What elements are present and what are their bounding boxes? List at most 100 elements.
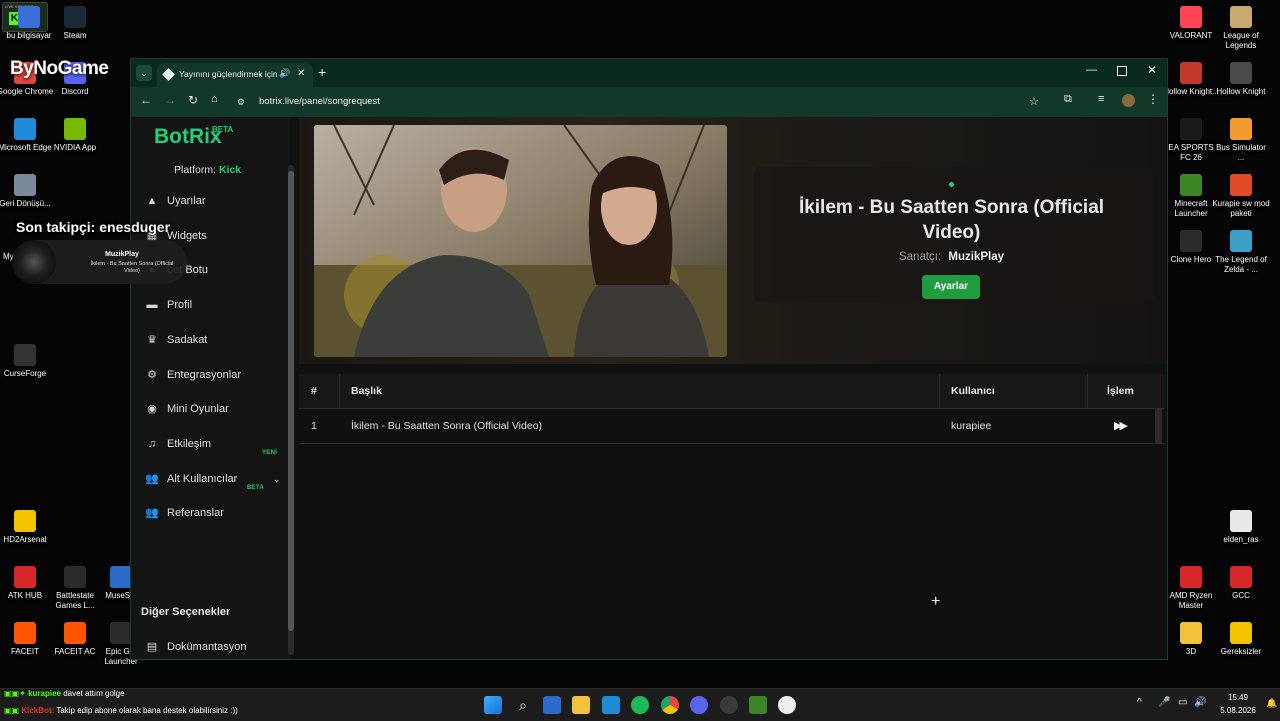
tray-chevron-icon[interactable]: ^ — [1137, 697, 1142, 708]
right-desktop-shortcut[interactable]: Bus Simulator ... — [1212, 118, 1270, 163]
tab-title: Yayınını güçlendirmek için e... — [179, 69, 277, 79]
col-divider — [1087, 374, 1088, 408]
new-tab-button[interactable]: + — [318, 64, 326, 80]
table-row[interactable]: 1 İkilem - Bu Saatten Sonra (Official Vi… — [299, 409, 1165, 444]
left-desktop-shortcut[interactable]: NVIDIA App — [46, 118, 104, 153]
volume-icon[interactable]: 🔊 — [1194, 697, 1206, 708]
other-options-heading: Diğer Seçenekler — [141, 606, 231, 618]
row-title: İkilem - Bu Saatten Sonra (Official Vide… — [351, 420, 543, 432]
discord-icon[interactable] — [690, 696, 708, 714]
left-desktop-shortcut[interactable]: Geri Dönüşü... — [0, 174, 54, 209]
profile-avatar-icon[interactable] — [1122, 94, 1135, 107]
tab-search-button[interactable]: ⌄ — [136, 65, 152, 81]
sidebar-item-gamepad[interactable]: ◉ Mini Oyunlar — [131, 394, 281, 424]
right-desktop-shortcut[interactable]: Hollow Knight — [1212, 62, 1270, 97]
right-desktop-shortcut[interactable]: League of Legends — [1212, 6, 1270, 51]
minimize-button[interactable]: — — [1086, 64, 1097, 76]
site-info-icon[interactable]: ⚙ — [237, 91, 245, 113]
sidebar-item-label: Alt Kullanıcılar — [167, 472, 238, 485]
obs-icon[interactable] — [778, 696, 796, 714]
chat-message: ▣▣✦ kurapiee davet attım golge — [4, 689, 125, 698]
sidebar-item-plug[interactable]: ⚙ Entegrasyonlar — [131, 360, 281, 390]
home-icon[interactable]: ⌂ — [211, 93, 218, 105]
botrix-favicon — [162, 68, 175, 81]
sidebar-item-warning[interactable]: ▲ Uyarılar — [131, 186, 281, 216]
col-header-action: İşlem — [1107, 385, 1134, 397]
sidebar-item-users[interactable]: 👥 Alt Kullanıcılar BETA ⌄ — [131, 464, 281, 494]
sidebar-item-label: Sadakat — [167, 333, 208, 346]
sidebar-item-referral[interactable]: 👥 Referanslar — [131, 498, 281, 528]
left-desktop-shortcut[interactable]: HD2Arsenal — [0, 510, 54, 545]
right-desktop-shortcut[interactable]: elden_ras — [1212, 510, 1270, 545]
shortcut-label: Microsoft Edge — [0, 143, 52, 152]
tab-close-icon[interactable]: ✕ — [297, 68, 305, 79]
bynogame-brand-text: ByNoGame — [10, 58, 109, 79]
hollow-knight-icon — [1230, 62, 1252, 84]
id-card-icon: ▬ — [146, 299, 158, 312]
now-playing-song-title: İkilem - Bu Saatten Sonra (Official Vide… — [798, 197, 1105, 243]
browser-menu-icon[interactable]: ⋮ — [1147, 92, 1159, 106]
close-window-button[interactable]: ✕ — [1147, 63, 1157, 77]
mail-icon[interactable] — [602, 696, 620, 714]
recycle-bin-icon — [14, 174, 36, 196]
shortcut-label: VALORANT — [1169, 31, 1213, 40]
shortcut-label: FACEIT AC — [54, 647, 96, 656]
hd2arsenal-icon — [14, 510, 36, 532]
nvidia-icon — [64, 118, 86, 140]
notification-icon[interactable]: 🔔 — [1266, 698, 1277, 709]
mic-icon[interactable]: 🎤 — [1158, 697, 1170, 708]
sidebar-item-id-card[interactable]: ▬ Profil — [131, 290, 281, 320]
reload-icon[interactable]: ↻ — [188, 93, 198, 107]
shortcut-label: NVIDIA App — [53, 143, 97, 152]
file-explorer-icon[interactable] — [572, 696, 590, 714]
epic-icon — [110, 622, 132, 644]
now-playing-widget: MuzikPlay İkilem - Bu Saatten Sonra (Off… — [12, 240, 187, 284]
chrome-icon[interactable] — [661, 696, 679, 714]
shortcut-label: The Legend of Zelda - ... — [1215, 255, 1267, 274]
right-desktop-shortcut[interactable]: GCC — [1212, 566, 1270, 601]
omnibox[interactable]: ⚙ botrix.live/panel/songrequest ☆ — [231, 91, 1039, 113]
sidebar-item-label: Etkileşim — [167, 437, 212, 450]
queue-header-row: # Başlık Kullanıcı İşlem — [299, 374, 1165, 409]
skip-icon[interactable]: ▶▶ — [1114, 419, 1128, 432]
right-desktop-shortcut[interactable]: Gereksizler — [1212, 622, 1270, 657]
sidebar-item-trophy[interactable]: ♛ Sadakat — [131, 325, 281, 355]
forward-icon[interactable]: → — [164, 93, 176, 107]
clock-time[interactable]: 15:49 — [1218, 693, 1258, 702]
artist-label: Sanatçı: — [898, 251, 942, 263]
left-desktop-shortcut[interactable]: Steam — [46, 6, 104, 41]
bookmark-star-icon[interactable]: ☆ — [1029, 91, 1039, 113]
sidebar-item-document[interactable]: ▤ Dokümantasyon — [131, 632, 281, 659]
musescore-icon — [110, 566, 132, 588]
col-header-index: # — [311, 385, 317, 397]
folder-icon — [1180, 622, 1202, 644]
sidebar-scrollbar[interactable] — [288, 165, 294, 655]
chevron-down-icon[interactable]: ⌄ — [273, 464, 281, 494]
right-desktop-shortcut[interactable]: Kurapie sw mod paketi — [1212, 174, 1270, 219]
video-thumbnail — [314, 125, 727, 357]
left-desktop-shortcut[interactable]: CurseForge — [0, 344, 54, 379]
sidebar-item-label: Uyarılar — [167, 195, 206, 207]
store-icon[interactable] — [543, 696, 561, 714]
clock-date[interactable]: 5.08.2026 — [1214, 706, 1262, 715]
settings-button[interactable]: Ayarlar — [922, 275, 980, 299]
media-control-icon[interactable]: ≡ — [1098, 93, 1104, 105]
now-playing-hero: İkilem - Bu Saatten Sonra (Official Vide… — [299, 117, 1167, 364]
spotify-icon[interactable] — [631, 696, 649, 714]
right-desktop-shortcut[interactable]: The Legend of Zelda - ... — [1212, 230, 1270, 275]
extensions-icon[interactable]: ⧉ — [1064, 93, 1072, 106]
network-icon[interactable]: ▭ — [1178, 697, 1187, 708]
sidebar-item-music[interactable]: ♫ Etkileşim YENİ — [131, 429, 281, 459]
minecraft-icon[interactable] — [749, 696, 767, 714]
plug-icon: ⚙ — [147, 368, 157, 381]
shortcut-label: Bus Simulator ... — [1216, 143, 1266, 162]
table-scrollbar[interactable] — [1155, 409, 1162, 443]
steam-icon[interactable] — [720, 696, 738, 714]
maximize-button[interactable] — [1117, 66, 1127, 76]
tab-audio-icon[interactable]: 🔊 — [279, 68, 290, 79]
back-icon[interactable]: ← — [140, 93, 152, 107]
chat-badges-icon: ▣▣ — [4, 706, 20, 715]
sidebar-scroll-thumb[interactable] — [288, 171, 294, 631]
computer-icon — [18, 6, 40, 28]
tab-botrix[interactable]: Yayınını güçlendirmek için e... 🔊 ✕ — [157, 63, 313, 87]
